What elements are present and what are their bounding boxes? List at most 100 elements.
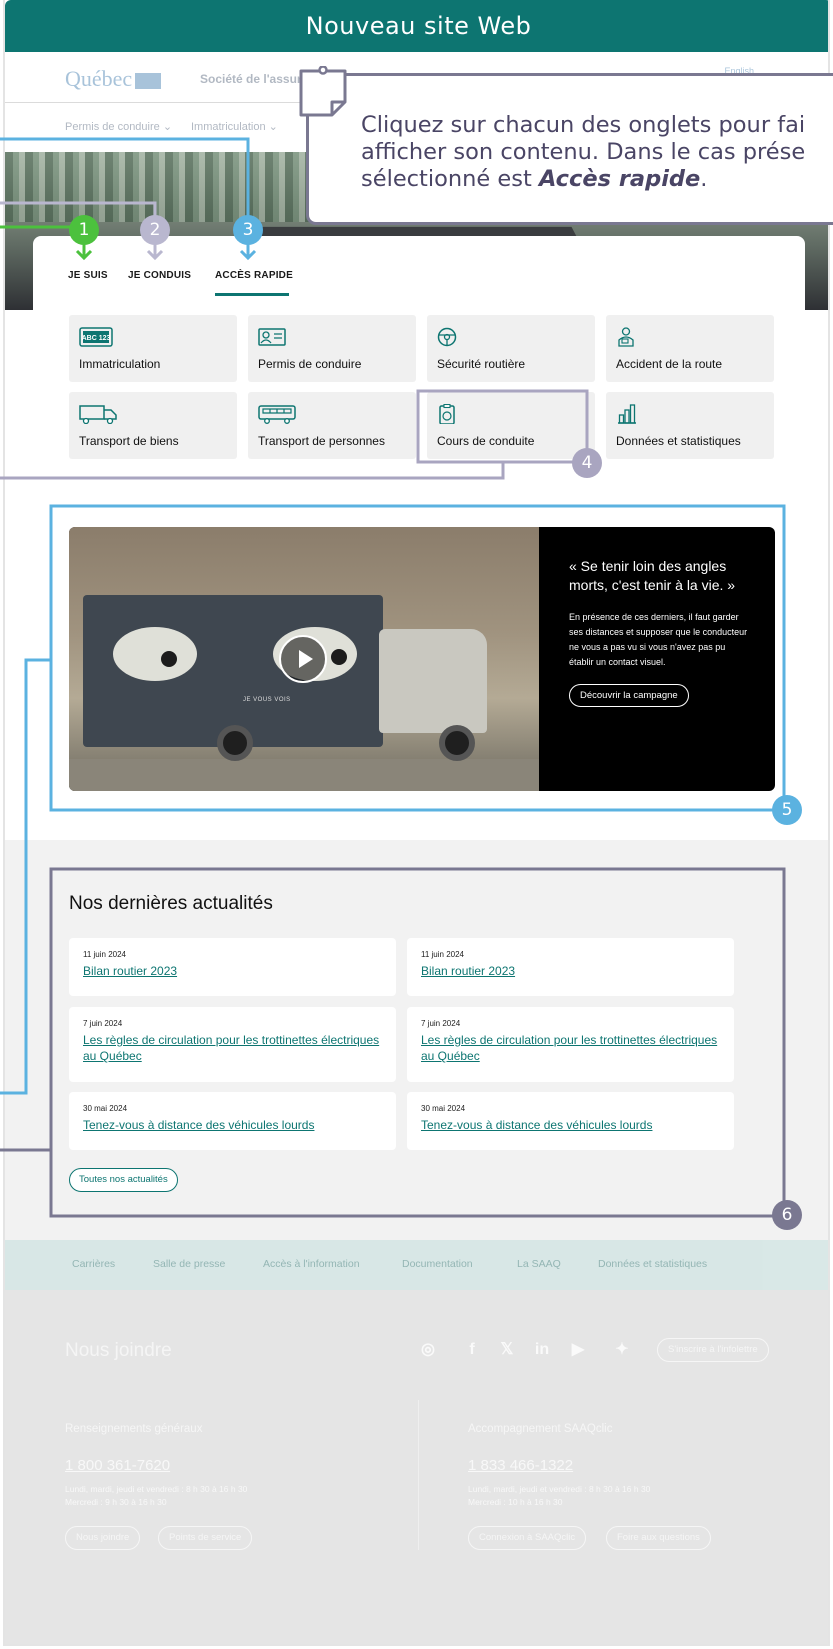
tile-transport-biens[interactable]: Transport de biens — [69, 392, 237, 459]
callout-text: Cliquez sur chacun des onglets pour fai … — [361, 112, 833, 193]
badge-1: 1 — [69, 215, 99, 245]
footer-right-phone[interactable]: 1 833 466-1322 — [468, 1457, 573, 1474]
x-icon[interactable]: 𝕏 — [497, 1340, 517, 1360]
footer: Nous joindre ◎ f 𝕏 in ▶ ✦ S'inscrire à l… — [5, 1290, 828, 1644]
badge-3: 3 — [233, 215, 263, 245]
footer-link[interactable]: Données et statistiques — [598, 1258, 707, 1270]
id-card-icon — [258, 328, 286, 346]
menu-immatriculation[interactable]: Immatriculation ⌄ — [191, 120, 278, 133]
tab-je-suis[interactable]: JE SUIS — [68, 270, 108, 281]
tile-cours-conduite[interactable]: Cours de conduite — [427, 392, 595, 459]
page-frame: Nouveau site Web Québec Société de l'ass… — [3, 0, 830, 1646]
badge-5: 5 — [772, 795, 802, 825]
news-date: 30 mai 2024 — [421, 1104, 466, 1113]
tile-label: Accident de la route — [616, 357, 723, 371]
video-body: En présence de ces derniers, il faut gar… — [569, 612, 748, 667]
video-quote: « Se tenir loin des angles morts, c'est … — [569, 558, 736, 593]
news-card[interactable]: 7 juin 2024 Les règles de circulation po… — [407, 1007, 734, 1082]
tile-securite[interactable]: Sécurité routière — [427, 315, 595, 382]
callout-line: afficher son contenu. Dans le cas prése — [361, 139, 806, 165]
facebook-icon[interactable]: f — [462, 1340, 482, 1360]
video-thumbnail[interactable]: JE VOUS VOIS — [69, 527, 539, 791]
news-link[interactable]: Bilan routier 2023 — [421, 963, 720, 979]
tile-permis[interactable]: Permis de conduire — [248, 315, 416, 382]
faq-button[interactable]: Foire aux questions — [606, 1526, 711, 1550]
news-card[interactable]: 30 mai 2024 Tenez-vous à distance des vé… — [69, 1092, 396, 1150]
tile-label: Données et statistiques — [616, 434, 741, 448]
truck-wheel — [439, 725, 475, 761]
footer-link[interactable]: La SAAQ — [517, 1258, 561, 1270]
tab-acces-rapide[interactable]: ACCÈS RAPIDE — [215, 270, 293, 281]
footer-link[interactable]: Documentation — [402, 1258, 473, 1270]
news-link[interactable]: Les règles de circulation pour les trott… — [83, 1032, 382, 1064]
tab-je-conduis[interactable]: JE CONDUIS — [128, 270, 191, 281]
footer-links-bar: Carrières Salle de presse Accès à l'info… — [5, 1240, 828, 1290]
footer-right-hours1: Lundi, mardi, jeudi et vendredi : 8 h 30… — [468, 1484, 651, 1494]
news-card[interactable]: 7 juin 2024 Les règles de circulation po… — [69, 1007, 396, 1082]
instagram-icon[interactable]: ◎ — [418, 1340, 438, 1360]
tile-label: Immatriculation — [79, 357, 161, 371]
note-pin-icon — [299, 66, 347, 117]
footer-right-heading: Accompagnement SAAQclic — [468, 1423, 613, 1435]
clipboard-wheel-icon — [439, 404, 455, 424]
footer-left-hours1: Lundi, mardi, jeudi et vendredi : 8 h 30… — [65, 1484, 248, 1494]
bluesky-icon[interactable]: ✦ — [612, 1340, 632, 1360]
news-card[interactable]: 30 mai 2024 Tenez-vous à distance des vé… — [407, 1092, 734, 1150]
footer-link[interactable]: Carrières — [72, 1258, 115, 1270]
badge-2: 2 — [140, 215, 170, 245]
instruction-callout: Cliquez sur chacun des onglets pour fai … — [306, 73, 833, 225]
news-link[interactable]: Les règles de circulation pour les trott… — [421, 1032, 720, 1064]
news-link[interactable]: Tenez-vous à distance des véhicules lour… — [421, 1117, 720, 1133]
tile-accident[interactable]: Accident de la route — [606, 315, 774, 382]
news-date: 11 juin 2024 — [83, 950, 126, 959]
news-date: 7 juin 2024 — [421, 1019, 461, 1028]
new-site-banner: Nouveau site Web — [5, 0, 828, 52]
active-tab-indicator — [215, 293, 289, 296]
footer-left-phone[interactable]: 1 800 361-7620 — [65, 1457, 170, 1474]
campaign-video: JE VOUS VOIS « Se tenir loin des angles … — [69, 527, 775, 791]
footer-title: Nous joindre — [65, 1340, 172, 1361]
footer-link[interactable]: Accès à l'information — [263, 1258, 360, 1270]
tile-donnees[interactable]: Données et statistiques — [606, 392, 774, 459]
steering-wheel-icon — [437, 327, 457, 347]
tile-transport-personnes[interactable]: Transport de personnes — [248, 392, 416, 459]
video-ground — [69, 759, 539, 791]
bar-chart-icon — [618, 404, 636, 424]
play-icon[interactable] — [279, 635, 327, 683]
bus-icon — [258, 405, 296, 424]
footer-divider — [418, 1400, 419, 1550]
tile-label: Cours de conduite — [437, 434, 535, 448]
service-points-button[interactable]: Points de service — [158, 1526, 253, 1550]
news-card[interactable]: 11 juin 2024 Bilan routier 2023 — [407, 938, 734, 996]
quebec-logo[interactable]: Québec — [65, 66, 162, 92]
all-news-button[interactable]: Toutes nos actualités — [69, 1168, 178, 1192]
news-link[interactable]: Bilan routier 2023 — [83, 963, 382, 979]
saaqclic-login-button[interactable]: Connexion à SAAQclic — [468, 1526, 587, 1550]
tile-label: Sécurité routière — [437, 357, 526, 371]
injured-person-icon — [618, 327, 634, 347]
footer-right-hours2: Mercredi : 10 h à 16 h 30 — [468, 1497, 563, 1507]
badge-6: 6 — [772, 1200, 802, 1230]
news-card[interactable]: 11 juin 2024 Bilan routier 2023 — [69, 938, 396, 996]
tile-immatriculation[interactable]: ABC 123 Immatriculation — [69, 315, 237, 382]
contact-us-button[interactable]: Nous joindre — [65, 1526, 141, 1550]
linkedin-icon[interactable]: in — [532, 1340, 552, 1360]
news-link[interactable]: Tenez-vous à distance des véhicules lour… — [83, 1117, 382, 1133]
tile-label: Permis de conduire — [258, 357, 362, 371]
newsletter-button[interactable]: S'inscrire à l'infolettre — [657, 1338, 769, 1362]
news-title: Nos dernières actualités — [69, 893, 273, 914]
discover-campaign-button[interactable]: Découvrir la campagne — [569, 684, 689, 707]
tile-label: Transport de biens — [79, 434, 179, 448]
footer-left-hours2: Mercredi : 9 h 30 à 16 h 30 — [65, 1497, 167, 1507]
callout-emphasis: Accès rapide — [538, 166, 701, 192]
footer-left-heading: Renseignements généraux — [65, 1423, 203, 1435]
callout-line: sélectionné est Accès rapide. — [361, 166, 708, 192]
news-date: 7 juin 2024 — [83, 1019, 123, 1028]
truck-eye-left — [113, 627, 197, 681]
youtube-icon[interactable]: ▶ — [568, 1340, 588, 1360]
footer-link[interactable]: Salle de presse — [153, 1258, 225, 1270]
tile-label: Transport de personnes — [258, 434, 385, 448]
fleur-de-lis-flag-icon — [135, 72, 162, 89]
banner-title: Nouveau site Web — [305, 12, 532, 40]
menu-permis[interactable]: Permis de conduire ⌄ — [65, 120, 172, 133]
